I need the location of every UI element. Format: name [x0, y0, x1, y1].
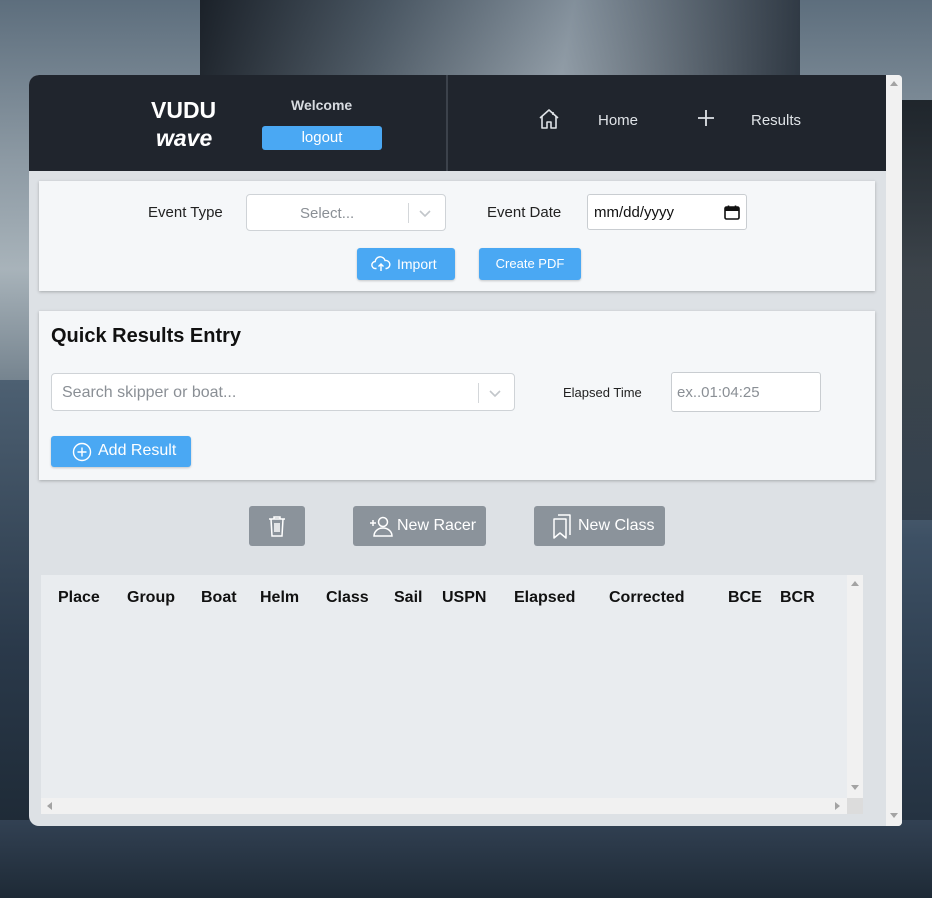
scroll-right-arrow[interactable] — [835, 802, 840, 810]
skipper-search-input[interactable]: Search skipper or boat... — [51, 373, 515, 411]
new-class-label: New Class — [578, 517, 655, 534]
add-user-icon — [370, 516, 393, 537]
chevron-down-icon[interactable] — [489, 387, 501, 399]
event-date-input[interactable]: mm/dd/yyyy — [587, 194, 747, 230]
delete-button[interactable] — [249, 506, 305, 546]
new-racer-label: New Racer — [397, 517, 477, 534]
event-type-placeholder: Select... — [300, 205, 355, 222]
col-header-bcr[interactable]: BCR — [780, 589, 815, 607]
background-sea — [0, 380, 30, 830]
col-header-elapsed[interactable]: Elapsed — [514, 589, 575, 607]
col-header-place[interactable]: Place — [58, 589, 100, 607]
background-deck — [0, 820, 932, 898]
col-header-bce[interactable]: BCE — [728, 589, 762, 607]
event-settings-card: Event Type Select... Event Date mm/dd/yy… — [39, 181, 875, 291]
app-window: VUDU wave Welcome logout Home Results Ev… — [29, 75, 902, 826]
import-label: Import — [397, 256, 437, 272]
elapsed-time-input[interactable]: ex..01:04:25 — [671, 372, 821, 412]
nav-home[interactable]: Home — [598, 112, 638, 129]
trash-icon — [269, 516, 285, 537]
scroll-left-arrow[interactable] — [47, 802, 52, 810]
table-vertical-scrollbar[interactable] — [847, 575, 863, 798]
cloud-upload-icon — [371, 256, 391, 271]
header-divider — [446, 75, 448, 171]
bookmark-icon — [553, 514, 571, 539]
page-scroll-down-arrow[interactable] — [890, 813, 898, 818]
quick-results-title: Quick Results Entry — [51, 325, 242, 347]
elapsed-time-placeholder: ex..01:04:25 — [677, 384, 760, 401]
col-header-corrected[interactable]: Corrected — [609, 589, 685, 607]
table-horizontal-scrollbar[interactable] — [41, 798, 847, 814]
new-racer-button[interactable]: New Racer — [353, 506, 486, 546]
logout-button[interactable]: logout — [262, 126, 382, 150]
select-separator — [408, 203, 409, 223]
event-date-value: mm/dd/yyyy — [594, 204, 675, 221]
welcome-text: Welcome — [291, 97, 353, 113]
home-icon[interactable] — [537, 107, 561, 131]
search-placeholder: Search skipper or boat... — [62, 384, 237, 401]
quick-results-card: Quick Results Entry Search skipper or bo… — [39, 311, 875, 480]
scroll-down-arrow[interactable] — [851, 785, 859, 790]
event-date-label: Event Date — [487, 204, 562, 221]
col-header-helm[interactable]: Helm — [260, 589, 299, 607]
scrollbar-corner — [847, 798, 863, 814]
nav-results[interactable]: Results — [751, 112, 801, 129]
search-separator — [478, 383, 479, 403]
chevron-down-icon[interactable] — [419, 207, 431, 219]
new-class-button[interactable]: New Class — [534, 506, 665, 546]
results-table: Place Group Boat Helm Class Sail USPN El… — [41, 575, 863, 814]
add-circle-icon — [72, 442, 92, 462]
event-type-select[interactable]: Select... — [246, 194, 446, 231]
create-pdf-button[interactable]: Create PDF — [479, 248, 581, 280]
event-type-label: Event Type — [148, 204, 223, 221]
col-header-sail[interactable]: Sail — [394, 589, 422, 607]
logo-vudu: VUDU — [151, 97, 217, 123]
elapsed-time-label: Elapsed Time — [563, 385, 642, 400]
add-result-label: Add Result — [98, 442, 177, 459]
plus-icon[interactable] — [696, 108, 716, 128]
add-result-button[interactable]: Add Result — [51, 436, 191, 467]
import-button[interactable]: Import — [357, 248, 455, 280]
page-vertical-scrollbar[interactable] — [886, 75, 902, 826]
logo-wave: wave — [156, 125, 213, 151]
scroll-up-arrow[interactable] — [851, 581, 859, 586]
page-scroll-up-arrow[interactable] — [890, 81, 898, 86]
col-header-uspn[interactable]: USPN — [442, 589, 486, 607]
col-header-group[interactable]: Group — [127, 589, 175, 607]
col-header-class[interactable]: Class — [326, 589, 369, 607]
col-header-boat[interactable]: Boat — [201, 589, 237, 607]
calendar-icon[interactable] — [724, 205, 740, 220]
top-header: VUDU wave Welcome logout Home Results — [29, 75, 886, 171]
